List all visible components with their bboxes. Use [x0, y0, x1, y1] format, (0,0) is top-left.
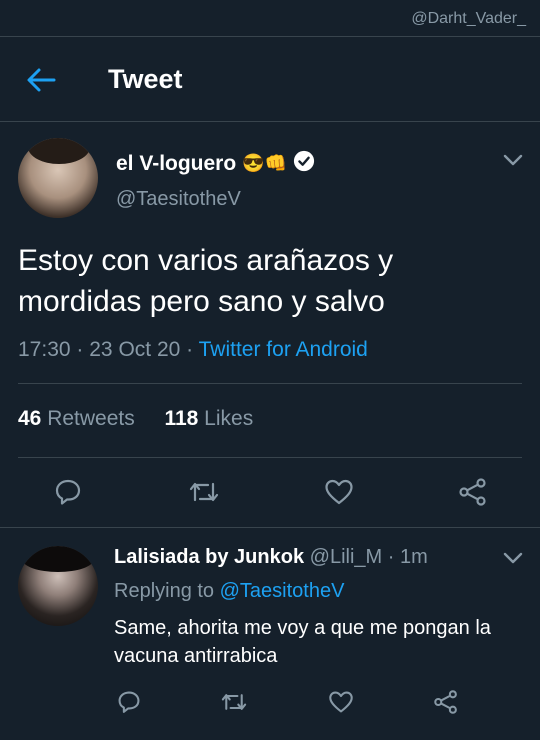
retweets-count[interactable]: 46	[18, 407, 41, 430]
divider	[18, 457, 522, 458]
reply-separator: ·	[387, 546, 395, 568]
reply-text: Same, ahorita me voy a que me pongan la …	[114, 617, 491, 667]
tweet-date: 23 Oct 20	[89, 338, 181, 361]
divider	[18, 383, 522, 384]
reply-icon[interactable]	[117, 690, 141, 714]
tweet-source-link[interactable]: Twitter for Android	[199, 338, 368, 361]
chevron-down-icon[interactable]	[502, 550, 524, 566]
author-name-row: el V-loguero 😎👊	[116, 150, 315, 177]
reply-author-name[interactable]: Lalisiada by Junkok	[114, 546, 304, 568]
share-icon[interactable]	[458, 478, 488, 506]
reply-author-avatar[interactable]	[18, 546, 98, 626]
engagement-counts: 46 Retweets 118 Likes	[18, 407, 253, 431]
retweet-icon[interactable]	[188, 478, 220, 506]
retweet-icon[interactable]	[220, 690, 248, 714]
tweet-text: Estoy con varios arañazos y mordidas per…	[18, 244, 394, 318]
chevron-down-icon[interactable]	[502, 152, 524, 168]
retweets-label[interactable]: Retweets	[47, 407, 135, 430]
replying-to: Replying to @TaesitotheV	[114, 580, 344, 603]
share-icon[interactable]	[433, 690, 459, 714]
verified-icon	[293, 150, 315, 177]
reply-actions	[0, 690, 540, 714]
watermark: @Darht_Vader_	[411, 10, 526, 27]
tweet-meta: 17:30 · 23 Oct 20 · Twitter for Android	[18, 338, 368, 362]
meta-separator: ·	[76, 338, 84, 361]
meta-separator: ·	[186, 338, 194, 361]
replying-to-label: Replying to	[114, 580, 215, 602]
tweet-actions	[0, 478, 540, 506]
author-avatar[interactable]	[18, 138, 98, 218]
tweet-time: 17:30	[18, 338, 71, 361]
replying-to-handle[interactable]: @TaesitotheV	[220, 580, 345, 602]
page-title: Tweet	[108, 64, 183, 94]
reply-icon[interactable]	[54, 478, 82, 506]
back-arrow-icon[interactable]	[26, 67, 56, 93]
likes-count[interactable]: 118	[164, 407, 198, 430]
reply-time: 1m	[399, 546, 428, 568]
header: Tweet	[0, 36, 540, 122]
reply-header: Lalisiada by Junkok @Lili_M · 1m	[114, 546, 428, 569]
like-icon[interactable]	[328, 690, 354, 714]
reply-tweet[interactable]: Lalisiada by Junkok @Lili_M · 1m Replyin…	[0, 527, 540, 740]
reply-author-handle[interactable]: @Lili_M	[310, 546, 383, 568]
author-name[interactable]: el V-loguero	[116, 152, 236, 176]
likes-label[interactable]: Likes	[204, 407, 253, 430]
author-handle[interactable]: @TaesitotheV	[116, 188, 241, 211]
like-icon[interactable]	[324, 478, 354, 506]
author-emoji: 😎👊	[242, 153, 288, 173]
